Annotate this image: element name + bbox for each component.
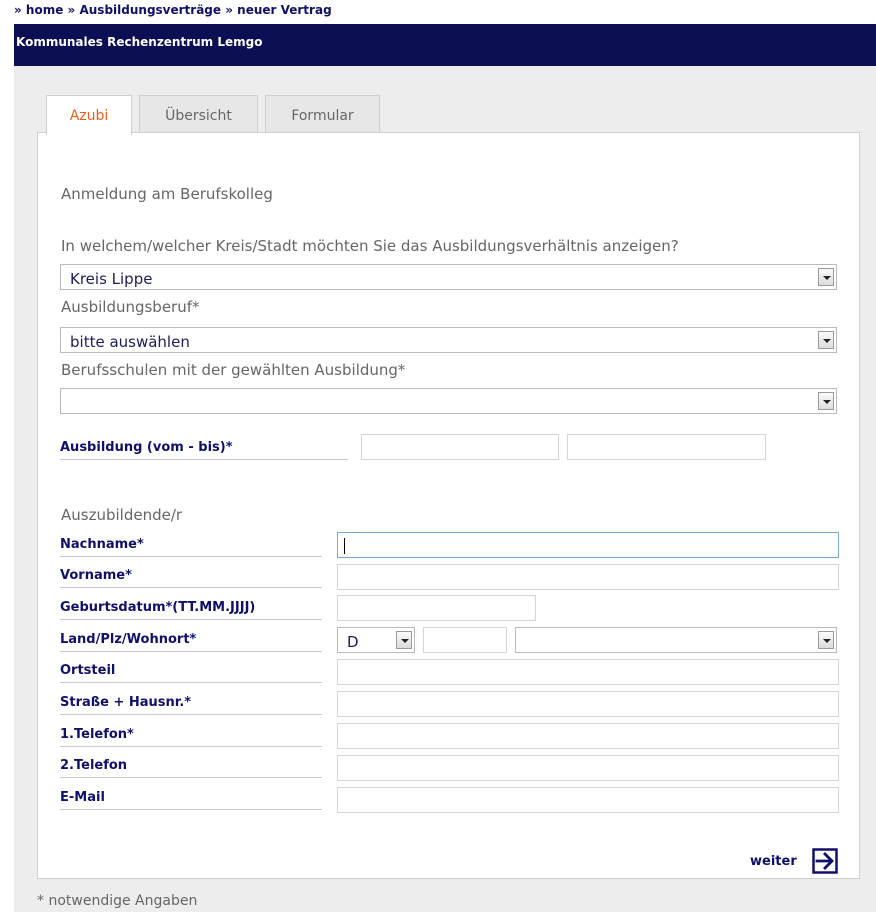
nachname-label: Nachname* [60,537,322,557]
breadcrumb-ausbildungsvertraege[interactable]: » Ausbildungsverträge [68,3,222,17]
vorname-input[interactable] [337,564,839,590]
land-plz-wohnort-label: Land/Plz/Wohnort* [60,632,322,652]
chevron-down-icon[interactable] [818,268,834,286]
header-bar: Kommunales Rechenzentrum Lemgo [14,24,876,66]
telefon2-input[interactable] [337,755,839,781]
beruf-select-value: bitte auswählen [70,333,190,351]
land-select-value: D [347,633,359,651]
nachname-input[interactable] [337,532,839,558]
ortsteil-label: Ortsteil [60,663,322,683]
tab-azubi[interactable]: Azubi [46,95,132,135]
arrow-right-box-icon[interactable] [812,848,838,874]
section-berufskolleg-heading: Anmeldung am Berufskolleg [61,185,273,203]
ausbildung-vom-input[interactable] [361,434,559,460]
text-caret [344,538,345,554]
strasse-label: Straße + Hausnr.* [60,695,322,715]
chevron-down-icon[interactable] [396,631,412,649]
telefon1-input[interactable] [337,723,839,749]
page-title: Kommunales Rechenzentrum Lemgo [16,35,263,49]
breadcrumb-neuer-vertrag[interactable]: » neuer Vertrag [225,3,331,17]
beruf-select[interactable]: bitte auswählen [60,327,837,353]
geburtsdatum-label: Geburtsdatum*(TT.MM.JJJJ) [60,600,322,620]
breadcrumb: » home » Ausbildungsverträge » neuer Ver… [14,3,332,17]
ausbildung-bis-input[interactable] [567,434,766,460]
beruf-label: Ausbildungsberuf* [61,298,200,316]
wohnort-select[interactable] [515,627,837,653]
email-input[interactable] [337,787,839,813]
chevron-down-icon[interactable] [818,631,834,649]
land-select[interactable]: D [337,627,415,653]
tab-formular[interactable]: Formular [265,95,380,133]
telefon2-label: 2.Telefon [60,758,322,778]
ortsteil-input[interactable] [337,659,839,685]
schulen-select[interactable] [60,388,837,414]
breadcrumb-home[interactable]: » home [14,3,63,17]
tab-uebersicht[interactable]: Übersicht [139,95,258,133]
kreis-question-label: In welchem/welcher Kreis/Stadt möchten S… [61,237,679,255]
geburtsdatum-input[interactable] [337,595,536,621]
schulen-label: Berufsschulen mit der gewählten Ausbildu… [61,361,406,379]
plz-input[interactable] [423,627,507,653]
required-fields-note: * notwendige Angaben [37,893,198,909]
weiter-label: weiter [750,854,797,869]
email-label: E-Mail [60,790,322,810]
section-azubi-heading: Auszubildende/r [61,506,183,524]
ausbildung-zeitraum-label: Ausbildung (vom - bis)* [60,440,348,460]
vorname-label: Vorname* [60,568,322,588]
kreis-select[interactable]: Kreis Lippe [60,264,837,290]
chevron-down-icon[interactable] [818,392,834,410]
chevron-down-icon[interactable] [818,331,834,349]
telefon1-label: 1.Telefon* [60,727,322,747]
strasse-input[interactable] [337,691,839,717]
kreis-select-value: Kreis Lippe [70,270,153,288]
